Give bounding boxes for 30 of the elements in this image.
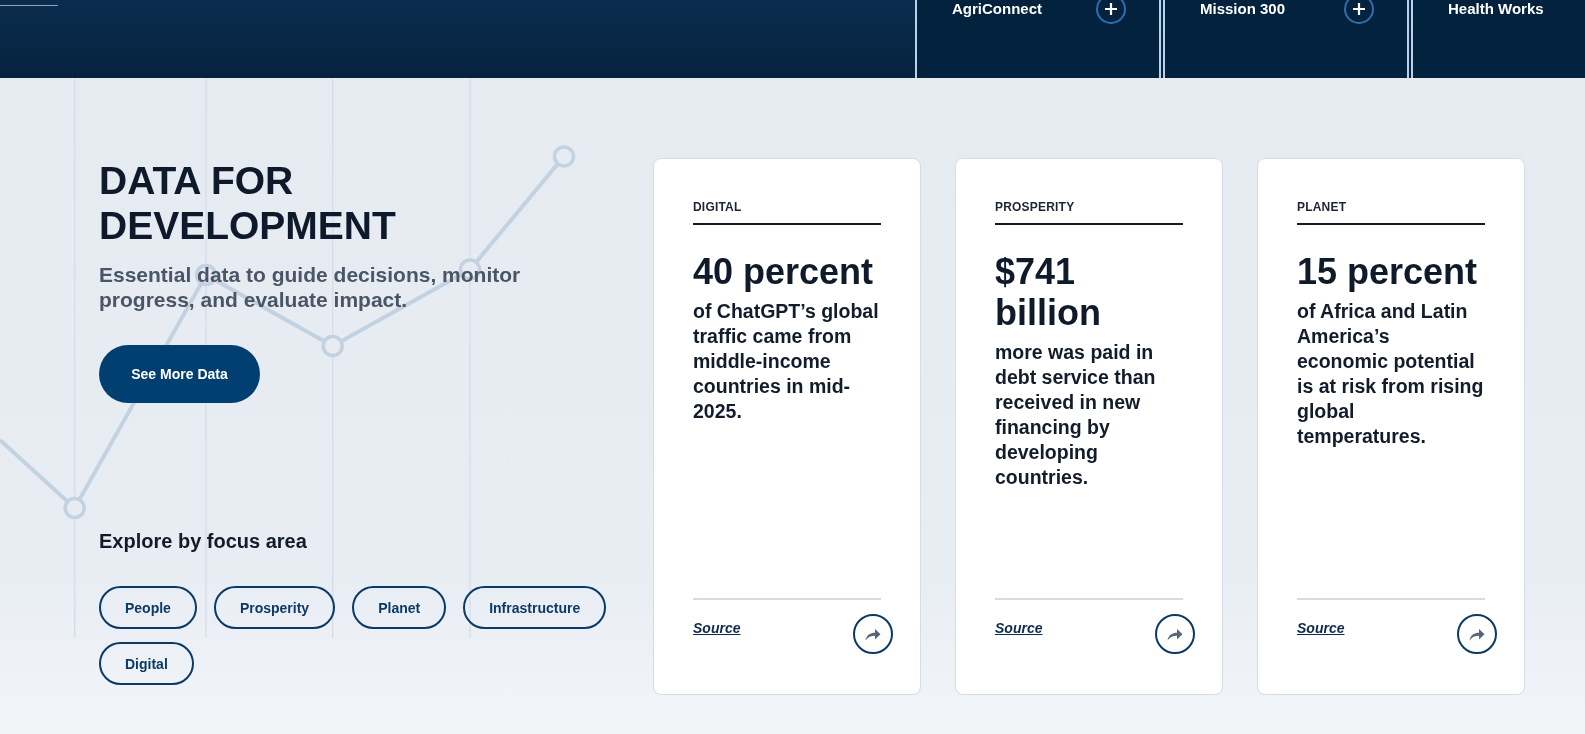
curved-arrow-icon bbox=[1469, 627, 1485, 641]
hero-subtitle: Essential data to guide decisions, monitor progress, and evaluate impact. bbox=[99, 263, 522, 312]
card-description: of ChatGPT’s global traffic came from middle-income countries in mid-2025. bbox=[693, 299, 880, 424]
share-button[interactable] bbox=[853, 614, 893, 654]
section-heading: Explore by focus area bbox=[99, 529, 307, 554]
source-link[interactable]: Source bbox=[995, 618, 1043, 638]
card-category: DIGITAL bbox=[693, 199, 742, 215]
nav-tile[interactable]: AgriConnect bbox=[915, 0, 1161, 78]
card-description: of Africa and Latin America’s economic potential is at risk from rising global temperatures. bbox=[1297, 299, 1485, 449]
source-link[interactable]: Source bbox=[693, 618, 741, 638]
focus-area-button[interactable]: Infrastructure bbox=[463, 586, 607, 629]
source-link[interactable]: Source bbox=[1297, 618, 1345, 638]
card-stat: $741 billion bbox=[995, 251, 1102, 333]
card-stat: 15 percent bbox=[1297, 251, 1479, 292]
curved-arrow-icon bbox=[865, 627, 881, 641]
focus-area-button[interactable]: Planet bbox=[352, 586, 447, 629]
hero-title: DATA FOR DEVELOPMENT bbox=[99, 158, 397, 248]
focus-area-button[interactable]: Prosperity bbox=[213, 586, 336, 629]
share-button[interactable] bbox=[1155, 614, 1195, 654]
see-more-button[interactable]: See More Data bbox=[99, 345, 260, 403]
nav-tile[interactable]: Mission 300 bbox=[1163, 0, 1409, 78]
share-button[interactable] bbox=[1457, 614, 1497, 654]
card-category: PROSPERITY bbox=[995, 199, 1075, 215]
focus-area-button[interactable]: People bbox=[99, 586, 197, 629]
focus-area-button[interactable]: Digital bbox=[99, 642, 194, 685]
card-description: more was paid in debt service than received in new financing by developing countries. bbox=[995, 340, 1157, 490]
nav-tile[interactable]: Health Works bbox=[1411, 0, 1585, 78]
card-stat: 40 percent bbox=[693, 251, 875, 292]
curved-arrow-icon bbox=[1167, 627, 1183, 641]
card-category: PLANET bbox=[1297, 199, 1347, 215]
